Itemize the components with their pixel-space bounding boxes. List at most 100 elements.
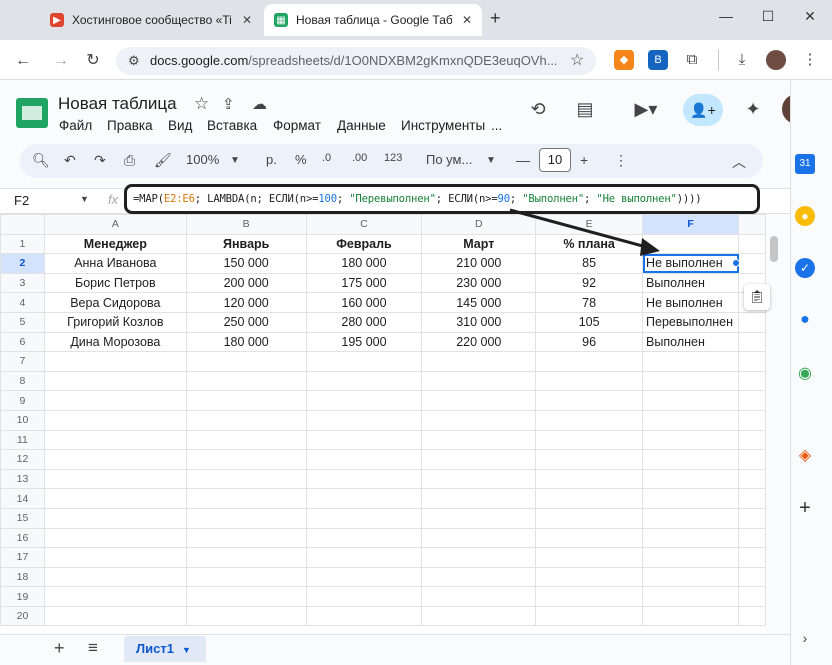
cell-c9[interactable]: [305, 390, 423, 411]
cell-f11[interactable]: [642, 429, 740, 451]
close-tab-icon[interactable]: ✕: [462, 13, 472, 27]
star-icon[interactable]: ☆: [194, 94, 209, 114]
cell-d7[interactable]: [421, 351, 537, 372]
cell-e17[interactable]: [535, 547, 644, 568]
cloud-status-icon[interactable]: ☁: [252, 95, 267, 113]
cell-b11[interactable]: [185, 429, 307, 451]
cell-b5[interactable]: 250 000: [185, 311, 307, 333]
minimize-icon[interactable]: —: [714, 8, 738, 28]
site-info-icon[interactable]: ⚙: [128, 53, 140, 69]
column-header-d[interactable]: D: [421, 214, 537, 235]
cell-d5[interactable]: 310 000: [421, 311, 537, 333]
zoom-select[interactable]: 100%: [186, 152, 219, 167]
cell-f18[interactable]: [642, 566, 740, 588]
search-icon[interactable]: 🔍︎: [32, 152, 50, 169]
cell-b14[interactable]: [185, 488, 307, 509]
cell-f1[interactable]: [642, 233, 740, 255]
cell-b19[interactable]: [185, 586, 307, 607]
row-header[interactable]: 19: [0, 586, 45, 607]
cell-f14[interactable]: [642, 488, 740, 509]
cell-b7[interactable]: [185, 351, 307, 372]
cell-e8[interactable]: [535, 370, 644, 392]
cell-f13[interactable]: [642, 468, 740, 490]
chevron-down-icon[interactable]: ▼: [486, 155, 496, 166]
maps-icon[interactable]: ◉: [795, 364, 815, 384]
paint-format-icon[interactable]: 🖌︎: [154, 152, 172, 169]
menu-edit[interactable]: Правка: [107, 118, 153, 133]
font-size-increase-icon[interactable]: +: [580, 152, 588, 168]
cell-b3[interactable]: 200 000: [185, 272, 307, 294]
cell-e15[interactable]: [535, 507, 644, 529]
font-size-decrease-icon[interactable]: —: [516, 152, 530, 168]
cell-d20[interactable]: [421, 605, 537, 627]
cell-b10[interactable]: [185, 409, 307, 431]
column-header-b[interactable]: B: [185, 214, 307, 235]
browser-tab-2[interactable]: ▦ Новая таблица - Google Табли ✕: [264, 4, 482, 36]
cell-f19[interactable]: [642, 586, 740, 607]
cell-c3[interactable]: 175 000: [305, 272, 423, 294]
cell-c16[interactable]: [305, 527, 423, 549]
menu-format[interactable]: Формат: [273, 118, 321, 133]
cell-b12[interactable]: [185, 449, 307, 470]
sheets-logo[interactable]: [16, 98, 48, 128]
cell-b18[interactable]: [185, 566, 307, 588]
row-header[interactable]: 6: [0, 331, 45, 353]
cell-a5[interactable]: Григорий Козлов: [43, 311, 187, 333]
column-header-c[interactable]: C: [305, 214, 423, 235]
cell-f6[interactable]: Выполнен: [642, 331, 740, 353]
cell-f8[interactable]: [642, 370, 740, 392]
comments-icon[interactable]: ▤: [572, 96, 598, 122]
cell-a19[interactable]: [43, 586, 187, 607]
cell-f10[interactable]: [642, 409, 740, 431]
cell-e19[interactable]: [535, 586, 644, 607]
cell-f2[interactable]: Не выполнен: [642, 253, 740, 274]
cell-e1[interactable]: % плана: [535, 233, 644, 255]
cell-f20[interactable]: [642, 605, 740, 627]
extensions-icon[interactable]: ⧉: [682, 50, 702, 70]
cell-d1[interactable]: Март: [421, 233, 537, 255]
cell-c15[interactable]: [305, 507, 423, 529]
cell-d14[interactable]: [421, 488, 537, 509]
menu-view[interactable]: Вид: [168, 118, 192, 133]
undo-icon[interactable]: ↶: [64, 152, 76, 169]
percent-format-button[interactable]: %: [295, 152, 307, 167]
cell-b17[interactable]: [185, 547, 307, 568]
cell-e13[interactable]: [535, 468, 644, 490]
cell-d9[interactable]: [421, 390, 537, 411]
cell-d3[interactable]: 230 000: [421, 272, 537, 294]
cell-d13[interactable]: [421, 468, 537, 490]
cell-f4[interactable]: Не выполнен: [642, 292, 740, 313]
row-header[interactable]: 3: [0, 272, 45, 294]
cell-e4[interactable]: 78: [535, 292, 644, 313]
cell-a4[interactable]: Вера Сидорова: [43, 292, 187, 313]
reload-icon[interactable]: ↻: [80, 48, 106, 74]
fill-handle[interactable]: [732, 259, 740, 267]
clipboard-icon[interactable]: 📋︎: [744, 284, 770, 310]
cell-c5[interactable]: 280 000: [305, 311, 423, 333]
row-header[interactable]: 2: [0, 253, 45, 274]
cell-d4[interactable]: 145 000: [421, 292, 537, 313]
currency-format-button[interactable]: р.: [266, 152, 277, 167]
cell-d17[interactable]: [421, 547, 537, 568]
cell-d8[interactable]: [421, 370, 537, 392]
bookmark-star-icon[interactable]: ☆: [570, 50, 584, 70]
chevron-down-icon[interactable]: ▼: [230, 155, 240, 166]
row-header[interactable]: 1: [0, 233, 45, 255]
cell-d19[interactable]: [421, 586, 537, 607]
decrease-decimal-button[interactable]: .0: [322, 152, 331, 164]
cell-f3[interactable]: Выполнен: [642, 272, 740, 294]
keep-icon[interactable]: ●: [795, 206, 815, 226]
row-header[interactable]: 17: [0, 547, 45, 568]
cell-b6[interactable]: 180 000: [185, 331, 307, 353]
cell-d15[interactable]: [421, 507, 537, 529]
cell-b9[interactable]: [185, 390, 307, 411]
browser-tab-1[interactable]: ▶ Хостинговое сообщество «Tim ✕: [40, 4, 262, 36]
row-header[interactable]: 14: [0, 488, 45, 509]
row-header[interactable]: 10: [0, 409, 45, 431]
font-select[interactable]: По ум...: [426, 152, 472, 167]
cell-a8[interactable]: [43, 370, 187, 392]
cell-c14[interactable]: [305, 488, 423, 509]
cell-c1[interactable]: Февраль: [305, 233, 423, 255]
maximize-icon[interactable]: ☐: [756, 8, 780, 28]
cell-b8[interactable]: [185, 370, 307, 392]
